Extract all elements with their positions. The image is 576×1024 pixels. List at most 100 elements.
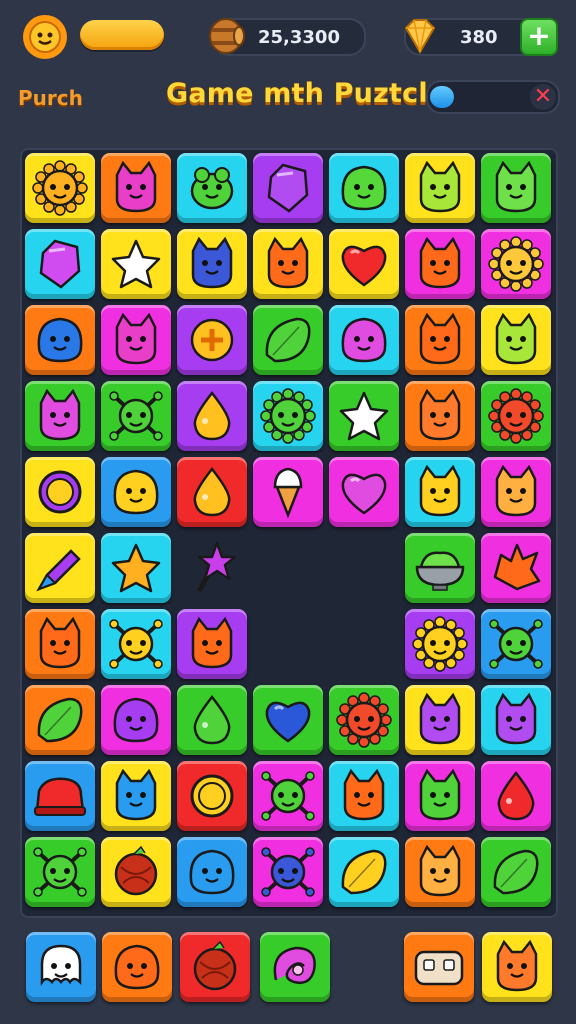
tile-r1-c6[interactable]	[405, 153, 475, 223]
tile-r5-c2[interactable]	[101, 457, 171, 527]
tile-r1-c3[interactable]	[177, 153, 247, 223]
progress-fill	[430, 86, 454, 108]
tile-r10-c2[interactable]	[101, 837, 171, 907]
cat-icon	[419, 312, 461, 365]
cat-icon	[419, 160, 461, 213]
tile-r9-c2[interactable]	[101, 761, 171, 831]
tile-r2-c1[interactable]	[25, 229, 95, 299]
star-icon	[111, 543, 161, 593]
tile-r9-c6[interactable]	[405, 761, 475, 831]
tile-r3-c6[interactable]	[405, 305, 475, 375]
leaf-icon	[341, 849, 387, 895]
coin-counter: 25,3300	[209, 18, 366, 56]
tile-r1-c1[interactable]	[25, 153, 95, 223]
tile-r5-c4[interactable]	[253, 457, 323, 527]
drop-icon	[193, 466, 231, 517]
tile-r7-c1[interactable]	[25, 609, 95, 679]
tile-r8-c1[interactable]	[25, 685, 95, 755]
bread-icon	[414, 950, 464, 986]
tile-r10-c7[interactable]	[481, 837, 551, 907]
tile-r3-c7[interactable]	[481, 305, 551, 375]
tray-tile-1[interactable]	[26, 932, 96, 1002]
tile-r7-c7[interactable]	[481, 609, 551, 679]
sun-avatar-icon[interactable]	[22, 14, 68, 60]
drop-icon	[497, 770, 535, 821]
cat-icon	[419, 464, 461, 517]
bug-icon	[261, 771, 315, 821]
tile-r1-c4[interactable]	[253, 153, 323, 223]
tile-r5-c1[interactable]	[25, 457, 95, 527]
tile-r3-c3[interactable]	[177, 305, 247, 375]
tile-r2-c7[interactable]	[481, 229, 551, 299]
tile-r8-c5[interactable]	[329, 685, 399, 755]
tile-r5-c6[interactable]	[405, 457, 475, 527]
tile-r7-c6[interactable]	[405, 609, 475, 679]
tile-r1-c5[interactable]	[329, 153, 399, 223]
tray-tile-5[interactable]	[404, 932, 474, 1002]
cat-icon	[419, 844, 461, 897]
tile-r6-c1[interactable]	[25, 533, 95, 603]
tile-r8-c4[interactable]	[253, 685, 323, 755]
tile-r1-c2[interactable]	[101, 153, 171, 223]
energy-pill[interactable]	[80, 20, 164, 50]
tile-r6-c7[interactable]	[481, 533, 551, 603]
cat-icon	[495, 160, 537, 213]
tile-r5-c3[interactable]	[177, 457, 247, 527]
add-gems-button[interactable]: +	[520, 18, 558, 56]
tile-r8-c2[interactable]	[101, 685, 171, 755]
tile-r6-c6[interactable]	[405, 533, 475, 603]
tile-r9-c7[interactable]	[481, 761, 551, 831]
tile-r8-c3[interactable]	[177, 685, 247, 755]
tray-tile-3[interactable]	[180, 932, 250, 1002]
tile-r5-c5[interactable]	[329, 457, 399, 527]
tile-r10-c3[interactable]	[177, 837, 247, 907]
tile-r10-c6[interactable]	[405, 837, 475, 907]
tile-r2-c6[interactable]	[405, 229, 475, 299]
tile-r2-c5[interactable]	[329, 229, 399, 299]
diamond-icon	[404, 19, 436, 54]
ring-icon	[190, 774, 234, 818]
hud: 25,3300 380 + Purch Game mth Puztcle ✕	[0, 0, 576, 140]
tile-r5-c7[interactable]	[481, 457, 551, 527]
blob-icon	[114, 944, 160, 990]
tile-r4-c5[interactable]	[329, 381, 399, 451]
tile-r2-c4[interactable]	[253, 229, 323, 299]
tile-r7-c2[interactable]	[101, 609, 171, 679]
tile-r4-c2[interactable]	[101, 381, 171, 451]
game-board	[20, 148, 558, 918]
tile-r10-c5[interactable]	[329, 837, 399, 907]
tile-r10-c4[interactable]	[253, 837, 323, 907]
tile-r1-c7[interactable]	[481, 153, 551, 223]
tile-r2-c3[interactable]	[177, 229, 247, 299]
cat-icon	[419, 388, 461, 441]
tray-tile-2[interactable]	[102, 932, 172, 1002]
tile-r9-c4[interactable]	[253, 761, 323, 831]
tile-r3-c1[interactable]	[25, 305, 95, 375]
pen-icon	[36, 549, 81, 592]
tile-r7-c3[interactable]	[177, 609, 247, 679]
tile-r4-c3[interactable]	[177, 381, 247, 451]
tile-r4-c1[interactable]	[25, 381, 95, 451]
tile-r4-c4[interactable]	[253, 381, 323, 451]
tile-r3-c4[interactable]	[253, 305, 323, 375]
tile-tray	[0, 920, 576, 1024]
tile-r3-c5[interactable]	[329, 305, 399, 375]
close-button[interactable]: ✕	[530, 84, 556, 110]
tile-r10-c1[interactable]	[25, 837, 95, 907]
tile-r6-c2[interactable]	[101, 533, 171, 603]
tile-r8-c7[interactable]	[481, 685, 551, 755]
cat-icon	[496, 939, 538, 992]
purch-label[interactable]: Purch	[18, 86, 83, 110]
tile-r8-c6[interactable]	[405, 685, 475, 755]
tile-r9-c3[interactable]	[177, 761, 247, 831]
tile-r2-c2[interactable]	[101, 229, 171, 299]
tile-r9-c1[interactable]	[25, 761, 95, 831]
tile-r4-c7[interactable]	[481, 381, 551, 451]
heart-icon	[341, 245, 387, 287]
tile-r3-c2[interactable]	[101, 305, 171, 375]
tile-r6-c3[interactable]	[177, 533, 247, 603]
tray-tile-4[interactable]	[260, 932, 330, 1002]
tray-tile-6[interactable]	[482, 932, 552, 1002]
tile-r9-c5[interactable]	[329, 761, 399, 831]
tile-r4-c6[interactable]	[405, 381, 475, 451]
